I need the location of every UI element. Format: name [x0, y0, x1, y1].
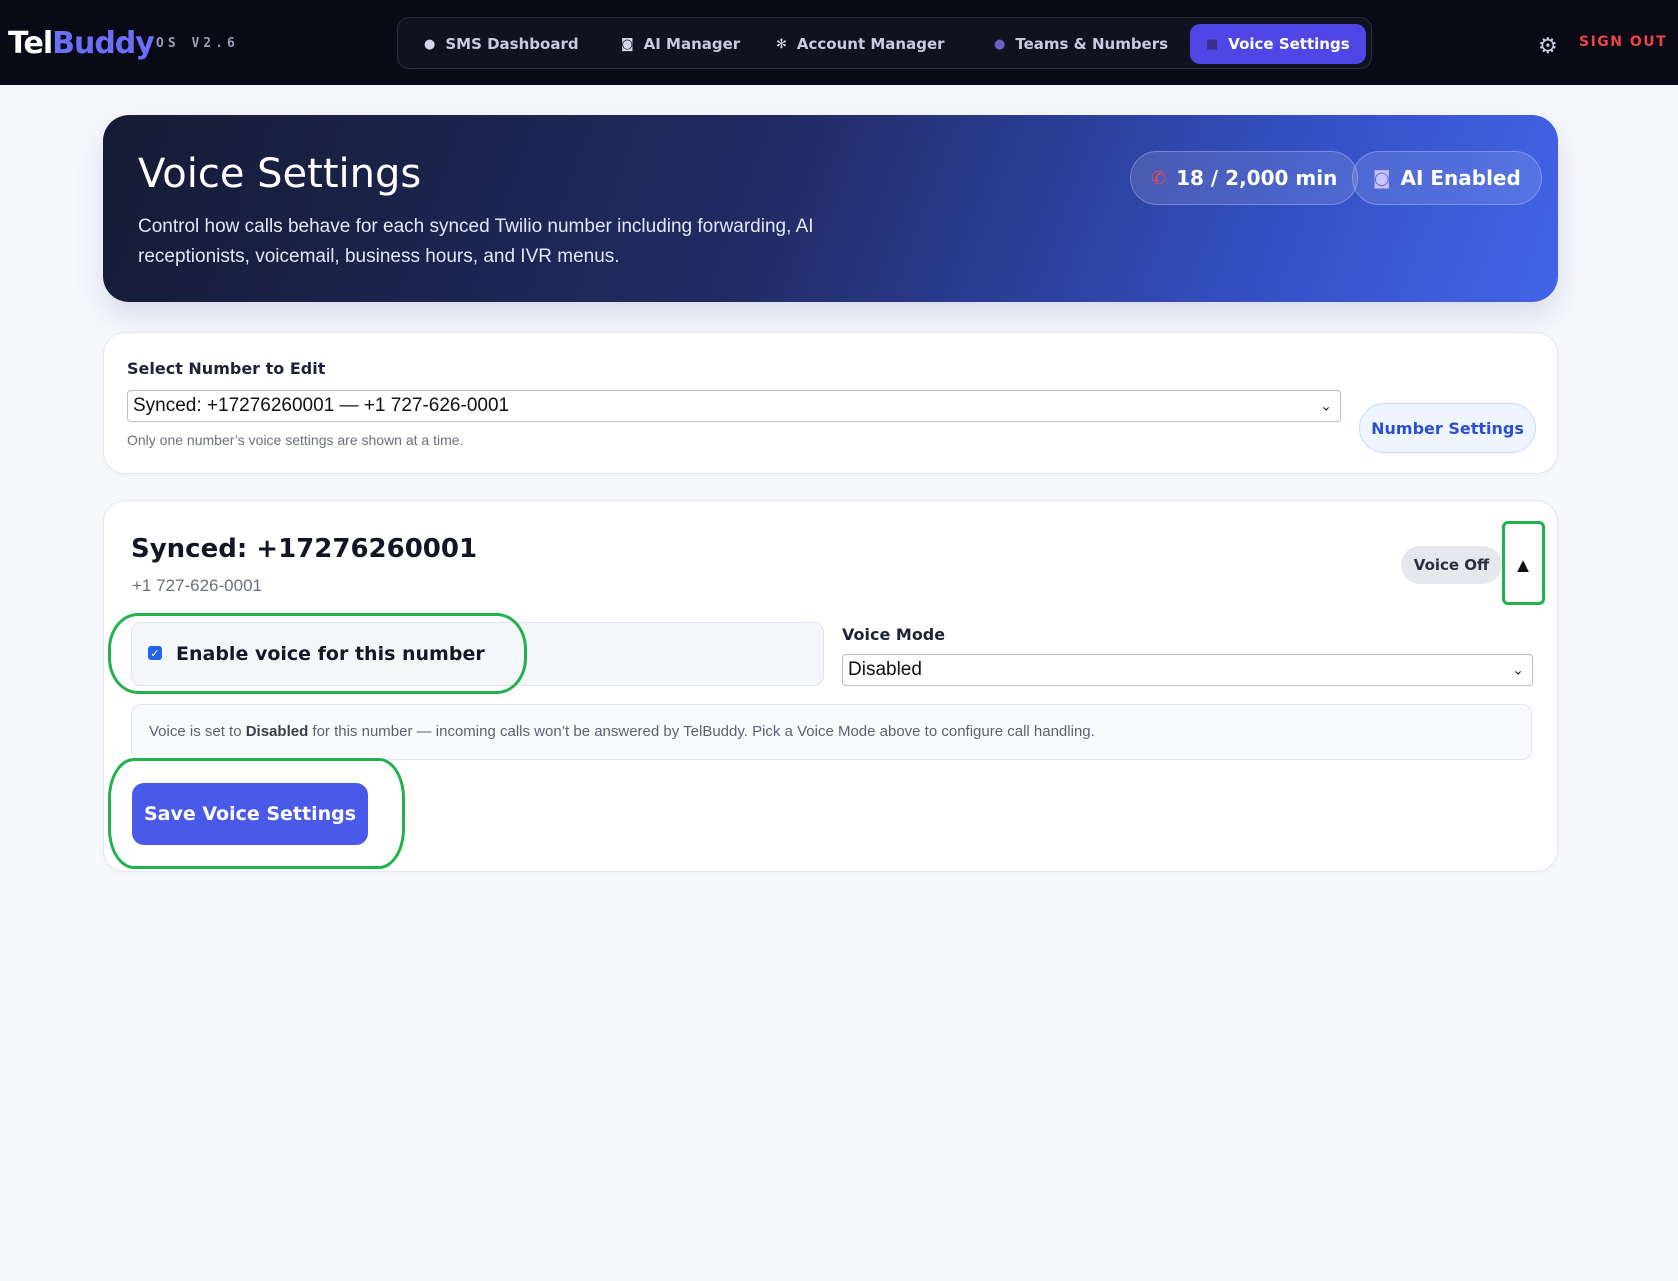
main-nav: ● SMS Dashboard ◙ AI Manager ✻ Account M… — [397, 17, 1372, 69]
voice-mode-info: Voice is set to Disabled for this number… — [131, 704, 1532, 760]
select-hint: Only one number’s voice settings are sho… — [127, 432, 464, 448]
settings-gear-icon[interactable]: ⚙ — [1538, 33, 1558, 59]
enable-voice-label[interactable]: Enable voice for this number — [176, 643, 485, 665]
people-icon: ● — [994, 36, 1006, 52]
nav-account-manager[interactable]: ✻ Account Manager — [760, 24, 961, 64]
nav-sms-dashboard[interactable]: ● SMS Dashboard — [408, 24, 595, 64]
voice-mode-select[interactable]: Disabled ⌄ — [842, 654, 1533, 686]
info-suffix: for this number — incoming calls won’t b… — [308, 723, 1095, 740]
phone-icon: ✆ — [1151, 167, 1167, 189]
nav-voice-settings[interactable]: ■ Voice Settings — [1190, 24, 1366, 64]
info-mode: Disabled — [245, 723, 309, 740]
brand-tel: Tel — [8, 26, 53, 61]
number-voice-card: Synced: +17276260001 +1 727-626-0001 Voi… — [103, 500, 1558, 872]
nav-label: SMS Dashboard — [445, 35, 579, 53]
minutes-usage-pill: ✆ 18 / 2,000 min — [1130, 151, 1359, 205]
top-bar: TelBuddy OS V2.6 ● SMS Dashboard ◙ AI Ma… — [0, 0, 1678, 85]
page-title: Voice Settings — [138, 151, 422, 197]
voice-icon: ■ — [1206, 36, 1219, 52]
number-select-value: Synced: +17276260001 — +1 727-626-0001 — [133, 395, 510, 416]
chevron-down-icon: ⌄ — [1512, 661, 1524, 678]
sign-out-button[interactable]: SIGN OUT — [1579, 34, 1667, 50]
nav-label: Account Manager — [796, 35, 945, 53]
enable-voice-row[interactable]: ✓ Enable voice for this number — [131, 622, 824, 686]
voice-mode-value: Disabled — [848, 659, 922, 680]
ai-status-pill: ◙ AI Enabled — [1352, 151, 1542, 205]
number-settings-button[interactable]: Number Settings — [1359, 403, 1536, 453]
select-number-card: Select Number to Edit Synced: +172762600… — [103, 332, 1558, 474]
voice-status-badge: Voice Off — [1401, 546, 1502, 584]
version-label: OS V2.6 — [156, 36, 239, 51]
nav-teams-numbers[interactable]: ● Teams & Numbers — [978, 24, 1184, 64]
robot-icon: ◙ — [1373, 167, 1391, 189]
hero-banner: Voice Settings Control how calls behave … — [103, 115, 1558, 302]
nav-ai-manager[interactable]: ◙ AI Manager — [605, 24, 756, 64]
brand-buddy: Buddy — [52, 26, 155, 61]
enable-voice-checkbox[interactable]: ✓ — [148, 646, 162, 660]
robot-icon: ◙ — [621, 36, 634, 52]
page-subtitle: Control how calls behave for each synced… — [138, 216, 814, 267]
minutes-usage-text: 18 / 2,000 min — [1176, 166, 1338, 190]
info-prefix: Voice is set to — [149, 723, 246, 740]
number-select[interactable]: Synced: +17276260001 — +1 727-626-0001 ⌄ — [127, 390, 1341, 422]
nav-label: AI Manager — [643, 35, 741, 53]
gear-icon: ✻ — [776, 36, 787, 52]
number-title: Synced: +17276260001 — [131, 534, 478, 564]
nav-label: Voice Settings — [1228, 35, 1350, 53]
save-voice-settings-button[interactable]: Save Voice Settings — [132, 783, 368, 845]
brand-logo[interactable]: TelBuddy — [8, 26, 155, 61]
nav-label: Teams & Numbers — [1015, 35, 1169, 53]
chevron-down-icon: ⌄ — [1320, 397, 1332, 414]
select-number-label: Select Number to Edit — [127, 359, 326, 378]
number-formatted: +1 727-626-0001 — [132, 576, 262, 595]
chat-bubble-icon: ● — [424, 36, 436, 52]
collapse-toggle-icon[interactable]: ▲ — [1510, 551, 1536, 581]
voice-mode-label: Voice Mode — [842, 625, 946, 644]
ai-status-text: AI Enabled — [1400, 166, 1521, 190]
